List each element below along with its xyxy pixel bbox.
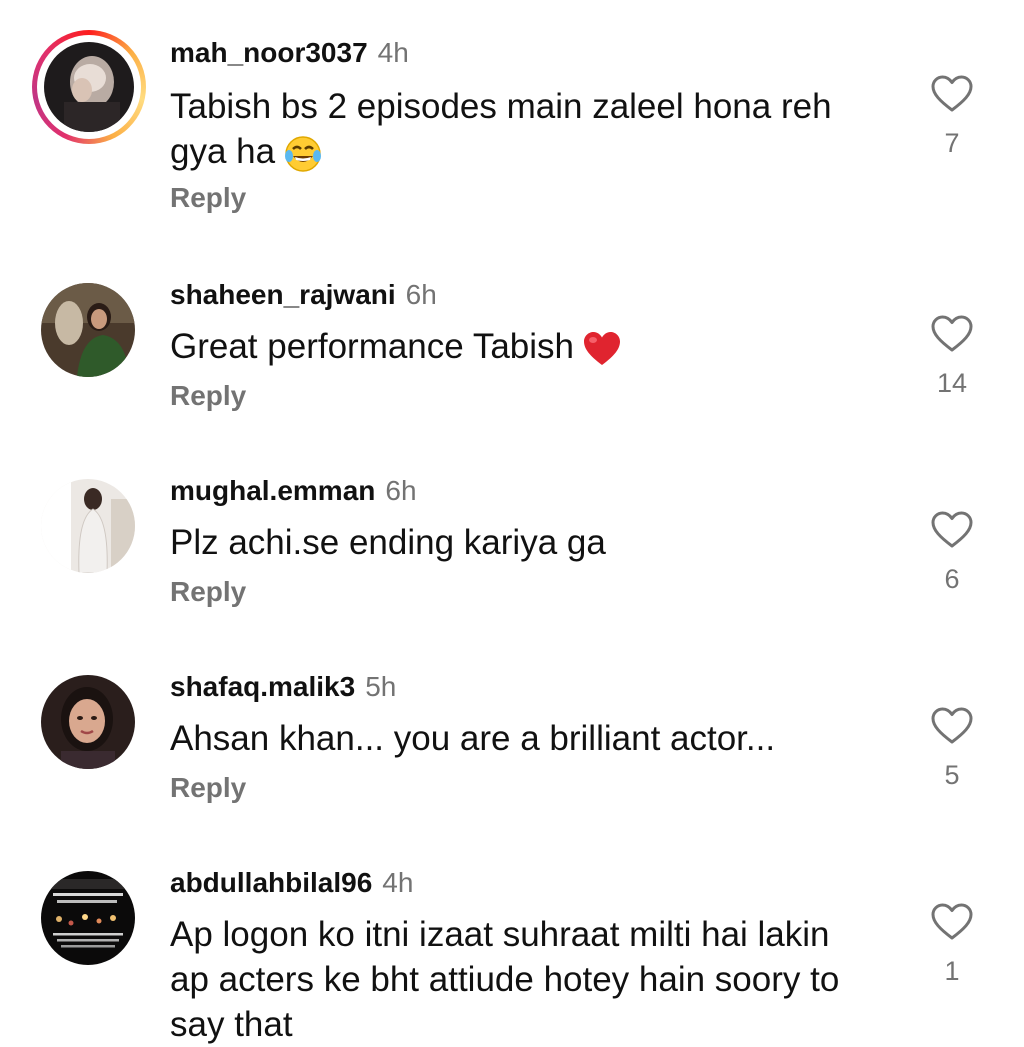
avatar[interactable] bbox=[32, 276, 146, 390]
like-count: 1 bbox=[944, 956, 960, 986]
reply-button[interactable]: Reply bbox=[170, 182, 246, 214]
comment-time: 6h bbox=[405, 279, 437, 310]
heart-outline-icon[interactable] bbox=[930, 706, 974, 746]
heart-outline-icon[interactable] bbox=[930, 902, 974, 942]
comment-text-block: Great performance Tabish bbox=[170, 324, 870, 369]
comment-item: mah_noor3037 4h Tabish bs 2 episodes main… bbox=[0, 30, 1024, 230]
comment-time: 6h bbox=[385, 475, 417, 506]
comment-list: mah_noor3037 4h Tabish bs 2 episodes main… bbox=[0, 0, 1024, 1045]
comment-username[interactable]: shafaq.malik3 bbox=[170, 671, 355, 702]
avatar-image bbox=[41, 871, 135, 965]
comment-username[interactable]: mah_noor3037 bbox=[170, 37, 368, 68]
comment-item: shafaq.malik3 5h Ahsan khan... you are a … bbox=[0, 668, 1024, 818]
heart-outline-icon[interactable] bbox=[930, 74, 974, 114]
red-heart-emoji bbox=[582, 329, 622, 369]
comment-text-block: Tabish bs 2 episodes main zaleel hona re… bbox=[170, 84, 870, 174]
comment-item: mughal.emman 6h Plz achi.se ending kariya… bbox=[0, 472, 1024, 622]
comment-text: Great performance Tabish bbox=[170, 327, 575, 366]
heart-outline-icon[interactable] bbox=[930, 510, 974, 550]
comment-username[interactable]: mughal.emman bbox=[170, 475, 375, 506]
like-count: 14 bbox=[936, 368, 968, 398]
avatar[interactable] bbox=[32, 864, 146, 978]
reply-button[interactable]: Reply bbox=[170, 380, 246, 412]
comment-text: Tabish bs 2 episodes main zaleel hona re… bbox=[170, 87, 832, 171]
reply-button[interactable]: Reply bbox=[170, 576, 246, 608]
avatar-image bbox=[41, 675, 135, 769]
reply-button[interactable]: Reply bbox=[170, 772, 246, 804]
avatar[interactable] bbox=[32, 472, 146, 586]
avatar-image bbox=[41, 283, 135, 377]
comment-username[interactable]: shaheen_rajwani bbox=[170, 279, 396, 310]
like-count: 7 bbox=[944, 128, 960, 158]
avatar[interactable] bbox=[32, 30, 146, 144]
avatar-image bbox=[41, 479, 135, 573]
avatar-image bbox=[44, 42, 134, 132]
comment-text: Ahsan khan... you are a brilliant actor.… bbox=[170, 719, 776, 758]
heart-outline-icon[interactable] bbox=[930, 314, 974, 354]
comment-time: 4h bbox=[382, 867, 414, 898]
like-count: 5 bbox=[944, 760, 960, 790]
avatar[interactable] bbox=[32, 668, 146, 782]
comment-username[interactable]: abdullahbilal96 bbox=[170, 867, 372, 898]
comment-text: Ap logon ko itni izaat suhraat milti hai… bbox=[170, 915, 840, 1044]
comment-time: 5h bbox=[365, 671, 397, 702]
comment-item: abdullahbilal96 4h Ap logon ko itni izaat… bbox=[0, 864, 1024, 1045]
tears-of-joy-emoji bbox=[283, 134, 323, 174]
comment-text: Plz achi.se ending kariya ga bbox=[170, 523, 606, 562]
like-count: 6 bbox=[944, 564, 960, 594]
comment-time: 4h bbox=[377, 37, 409, 68]
comment-item: shaheen_rajwani 6h Great performance Tabi… bbox=[0, 276, 1024, 426]
